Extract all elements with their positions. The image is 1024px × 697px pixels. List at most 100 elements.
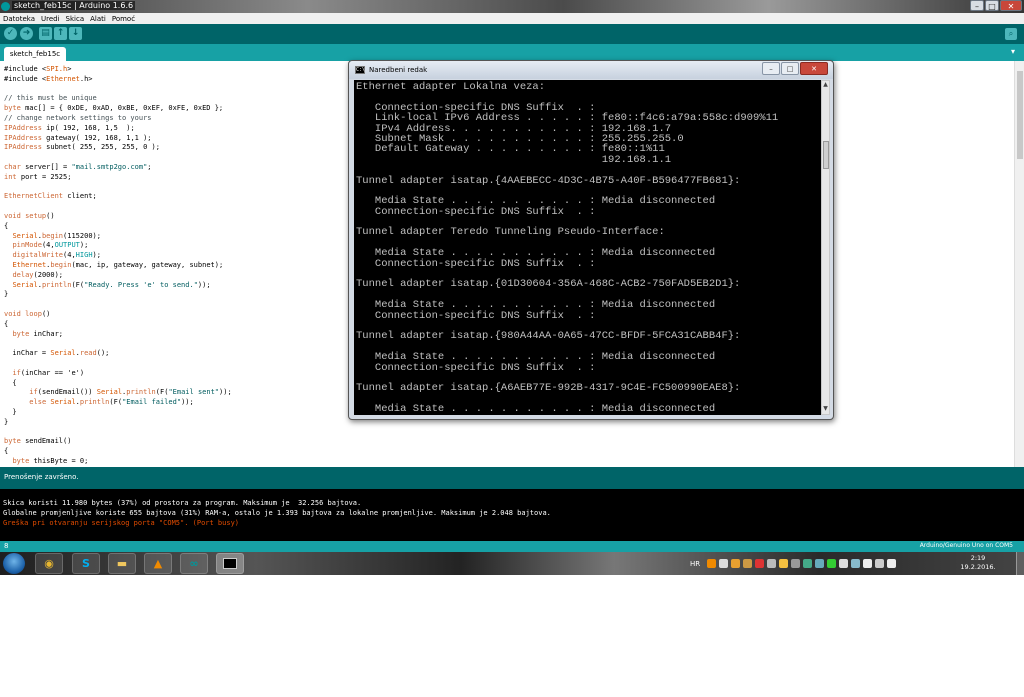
cmd-window[interactable]: C:\ Naredbeni redak – □ ✕ Ethernet adapt… xyxy=(348,60,834,420)
code-line[interactable]: } xyxy=(4,408,232,418)
tab-menu-button[interactable]: ▾ xyxy=(1007,47,1019,58)
code-line[interactable]: digitalWrite(4,HIGH); xyxy=(4,251,232,261)
code-line[interactable]: IPAddress subnet( 255, 255, 255, 0 ); xyxy=(4,143,232,153)
scroll-down-icon[interactable]: ▼ xyxy=(822,405,829,414)
menu-skica[interactable]: Skica xyxy=(63,15,88,23)
code-line[interactable] xyxy=(4,183,232,193)
code-line[interactable]: } xyxy=(4,290,232,300)
code-line[interactable]: EthernetClient client; xyxy=(4,192,232,202)
folder-icon[interactable]: ▬ xyxy=(108,553,136,574)
code-line[interactable]: void setup() xyxy=(4,212,232,222)
minimize-button[interactable]: – xyxy=(970,0,984,11)
tray-app-icon[interactable] xyxy=(803,559,813,568)
cmd-minimize-button[interactable]: – xyxy=(762,62,780,75)
code-line[interactable]: { xyxy=(4,222,232,232)
cmd-scrollbar-thumb[interactable] xyxy=(823,141,829,169)
editor-scrollbar-thumb[interactable] xyxy=(1017,71,1023,159)
status-message: Prenošenje završeno. xyxy=(4,473,79,481)
code-line[interactable]: IPAddress gateway( 192, 168, 1,1 ); xyxy=(4,134,232,144)
save-sketch-button[interactable]: ↓ xyxy=(69,27,82,40)
tray-app-icon[interactable] xyxy=(839,559,849,568)
code-line[interactable]: IPAddress ip( 192, 168, 1,5 ); xyxy=(4,124,232,134)
chrome-icon[interactable]: ◉ xyxy=(35,553,63,574)
code-line[interactable]: { xyxy=(4,379,232,389)
menu-uredi[interactable]: Uredi xyxy=(38,15,63,23)
code-line[interactable]: else Serial.println(F("Email failed")); xyxy=(4,398,232,408)
code-line[interactable]: pinMode(4,OUTPUT); xyxy=(4,241,232,251)
code-line[interactable]: byte mac[] = { 0xDE, 0xAD, 0xBE, 0xEF, 0… xyxy=(4,104,232,114)
vlc-icon[interactable]: ▲ xyxy=(144,553,172,574)
tray-app-icon[interactable] xyxy=(755,559,765,568)
window-title-bar[interactable]: sketch_feb15c | Arduino 1.6.6 – □ ✕ xyxy=(0,0,1024,13)
tray-app-icon[interactable] xyxy=(743,559,753,568)
tray-app-icon[interactable] xyxy=(779,559,789,568)
code-line[interactable]: if(sendEmail()) Serial.println(F("Email … xyxy=(4,388,231,398)
tray-network-icon[interactable] xyxy=(719,559,729,568)
cmd-icon[interactable]: ▪ xyxy=(216,553,244,574)
upload-button[interactable]: ➜ xyxy=(20,27,33,40)
start-button[interactable] xyxy=(3,553,25,574)
code-line[interactable]: byte thisByte = 0; xyxy=(4,457,232,467)
code-line[interactable]: Ethernet.begin(mac, ip, gateway, gateway… xyxy=(4,261,232,271)
editor-scrollbar[interactable] xyxy=(1014,61,1024,467)
arduino-icon[interactable]: ∞ xyxy=(180,553,208,574)
tray-vlc-icon[interactable] xyxy=(707,559,717,568)
code-line[interactable]: if(inChar == 'e') xyxy=(4,369,232,379)
code-line[interactable]: byte sendEmail() xyxy=(4,437,232,447)
scroll-up-icon[interactable]: ▲ xyxy=(822,81,829,90)
menu-pomoc[interactable]: Pomoć xyxy=(109,15,138,23)
code-line[interactable]: { xyxy=(4,320,232,330)
tray-app-icon[interactable] xyxy=(815,559,825,568)
new-sketch-button[interactable]: ▤ xyxy=(39,27,52,40)
code-line[interactable]: #include <Ethernet.h> xyxy=(4,75,232,85)
cmd-scrollbar[interactable]: ▲ ▼ xyxy=(821,80,830,415)
code-line[interactable]: } xyxy=(4,418,232,428)
code-line[interactable]: // change network settings to yours xyxy=(4,114,232,124)
code-line[interactable]: Serial.println(F("Ready. Press 'e' to se… xyxy=(4,281,232,291)
code-line[interactable] xyxy=(4,85,232,95)
code-line[interactable]: Serial.begin(115200); xyxy=(4,232,232,242)
code-line[interactable]: byte inChar; xyxy=(4,330,232,340)
verify-button[interactable]: ✓ xyxy=(4,27,17,40)
skype-icon[interactable]: S xyxy=(72,553,100,574)
code-line[interactable]: char server[] = "mail.smtp2go.com"; xyxy=(4,163,232,173)
code-line[interactable]: inChar = Serial.read(); xyxy=(4,349,232,359)
tray-flag-icon[interactable] xyxy=(863,559,873,568)
menu-datoteka[interactable]: Datoteka xyxy=(0,15,38,23)
code-line[interactable] xyxy=(4,300,232,310)
code-line[interactable] xyxy=(4,153,232,163)
tray-app-icon[interactable] xyxy=(731,559,741,568)
tray-app-icon[interactable] xyxy=(767,559,777,568)
code-line[interactable] xyxy=(4,339,232,349)
tray-app-icon[interactable] xyxy=(791,559,801,568)
tab-sketch[interactable]: sketch_feb15c xyxy=(4,47,66,61)
clock[interactable]: 2:19 19.2.2016. xyxy=(960,554,996,572)
volume-icon[interactable] xyxy=(887,559,897,568)
cmd-close-button[interactable]: ✕ xyxy=(800,62,828,75)
code-line[interactable] xyxy=(4,202,232,212)
tray-network-icon[interactable] xyxy=(875,559,885,568)
tray-app-icon[interactable] xyxy=(827,559,837,568)
cmd-maximize-button[interactable]: □ xyxy=(781,62,799,75)
code-line[interactable]: void loop() xyxy=(4,310,232,320)
cmd-line: Tunnel adapter isatap.{4AAEBECC-4D3C-4B7… xyxy=(356,174,741,187)
tray-app-icon[interactable] xyxy=(851,559,861,568)
open-sketch-button[interactable]: ↑ xyxy=(54,27,67,40)
cmd-output[interactable]: Ethernet adapter Lokalna veza: Connectio… xyxy=(354,80,821,415)
cmd-title-bar[interactable]: C:\ Naredbeni redak – □ ✕ xyxy=(349,61,833,79)
code-line[interactable]: // this must be unique xyxy=(4,94,232,104)
cmd-line: Connection-specific DNS Suffix . : xyxy=(356,361,596,374)
show-desktop-button[interactable] xyxy=(1016,552,1024,575)
code-line[interactable]: #include <SPI.h> xyxy=(4,65,232,75)
code-line[interactable] xyxy=(4,427,232,437)
code-line[interactable]: int port = 2525; xyxy=(4,173,232,183)
language-indicator[interactable]: HR xyxy=(690,560,700,568)
code-text[interactable]: #include <SPI.h> #include <Ethernet.h> // … xyxy=(4,65,232,467)
close-button[interactable]: ✕ xyxy=(1000,0,1022,11)
serial-monitor-button[interactable]: ⌕ xyxy=(1005,28,1017,40)
maximize-button[interactable]: □ xyxy=(985,0,999,11)
code-line[interactable]: delay(2000); xyxy=(4,271,232,281)
code-line[interactable]: { xyxy=(4,447,232,457)
code-line[interactable] xyxy=(4,359,232,369)
menu-alati[interactable]: Alati xyxy=(87,15,109,23)
